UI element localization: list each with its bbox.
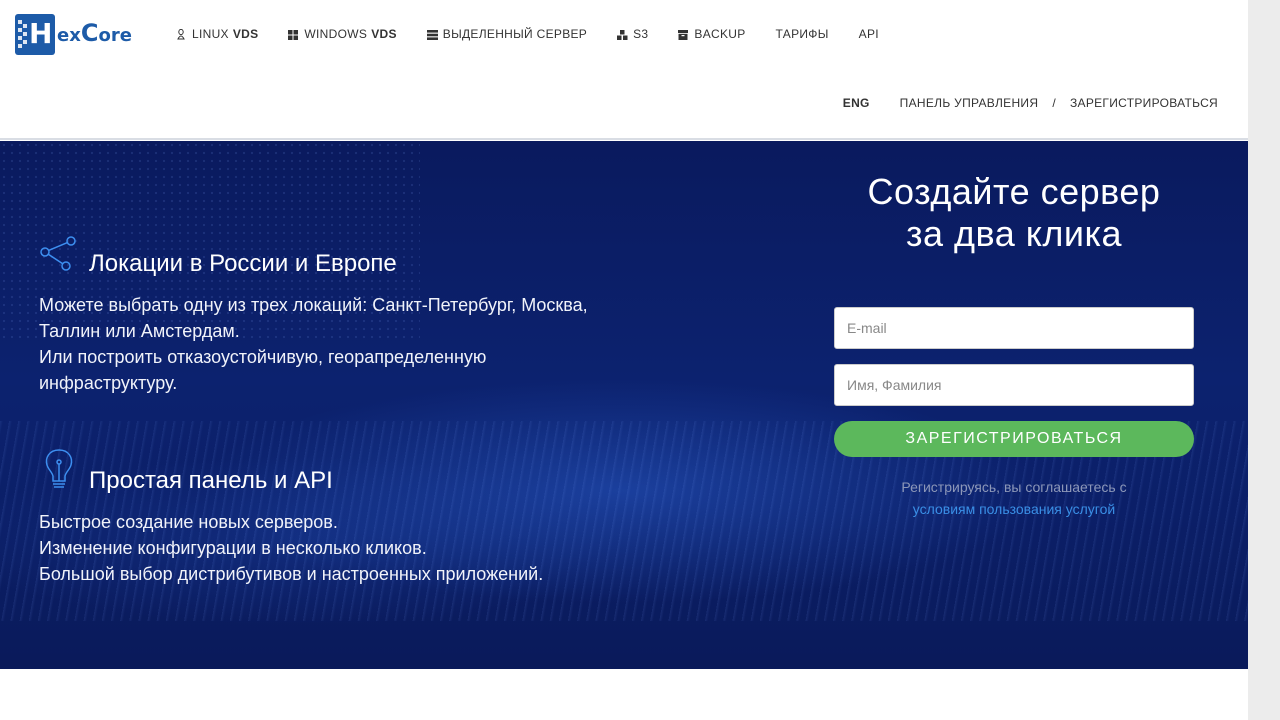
logo-mark: H	[15, 14, 55, 55]
nav-api[interactable]: API	[859, 27, 879, 41]
subnav-separator: /	[1052, 96, 1056, 110]
box-icon	[678, 29, 689, 40]
nav-pricing[interactable]: Тарифы	[776, 27, 829, 41]
logo-letter: H	[29, 17, 53, 50]
nav-windows-vds[interactable]: Windows VDS	[288, 27, 396, 41]
register-button[interactable]: Зарегистрироваться	[834, 421, 1194, 457]
server-icon	[426, 29, 438, 40]
hero-section: Локации в России и Европе Можете выбрать…	[0, 141, 1248, 669]
linux-icon	[176, 28, 186, 40]
feature-panel-api: Простая панель и API Быстрое создание но…	[39, 448, 543, 587]
site-header: H exCore Linux VDS Windows VDS В	[0, 0, 1248, 140]
terms-notice: Регистрируясь, вы соглашаетесь с условия…	[901, 479, 1127, 517]
scrollbar[interactable]	[1248, 0, 1280, 720]
control-panel-link[interactable]: ПАНЕЛЬ УПРАВЛЕНИЯ	[900, 96, 1039, 110]
feature-description: Можете выбрать одну из трех локаций: Сан…	[39, 295, 588, 393]
email-field[interactable]	[834, 307, 1194, 349]
nav-backup[interactable]: Backup	[678, 27, 745, 41]
share-icon	[39, 235, 77, 278]
nav-dedicated-server[interactable]: Выделенный сервер	[426, 27, 587, 41]
register-link[interactable]: ЗАРЕГИСТРИРОВАТЬСЯ	[1070, 96, 1218, 110]
logo-wordmark: exCore	[57, 19, 132, 47]
terms-link[interactable]: условиям пользования услугой	[913, 501, 1115, 517]
lightbulb-icon	[39, 448, 77, 495]
main-nav: Linux VDS Windows VDS Выделенный сервер S3	[176, 25, 909, 43]
feature-title: Локации в России и Европе	[89, 250, 397, 277]
nav-linux-vds[interactable]: Linux VDS	[176, 27, 258, 41]
language-switch[interactable]: ENG	[843, 96, 870, 110]
blocks-icon	[617, 29, 628, 40]
feature-description: Быстрое создание новых серверов. Изменен…	[39, 512, 544, 584]
feature-title: Простая панель и API	[89, 467, 333, 494]
page: H exCore Linux VDS Windows VDS В	[0, 0, 1248, 720]
signup-form: Создайте сервер за два клика Зарегистрир…	[834, 141, 1194, 520]
hexcore-logo[interactable]: H exCore	[15, 14, 132, 55]
nav-s3[interactable]: S3	[617, 27, 648, 41]
signup-title: Создайте сервер за два клика	[867, 171, 1161, 254]
feature-locations: Локации в России и Европе Можете выбрать…	[39, 235, 588, 396]
sub-nav: ENG ПАНЕЛЬ УПРАВЛЕНИЯ / ЗАРЕГИСТРИРОВАТЬ…	[843, 96, 1218, 110]
windows-icon	[288, 29, 299, 40]
name-field[interactable]	[834, 364, 1194, 406]
